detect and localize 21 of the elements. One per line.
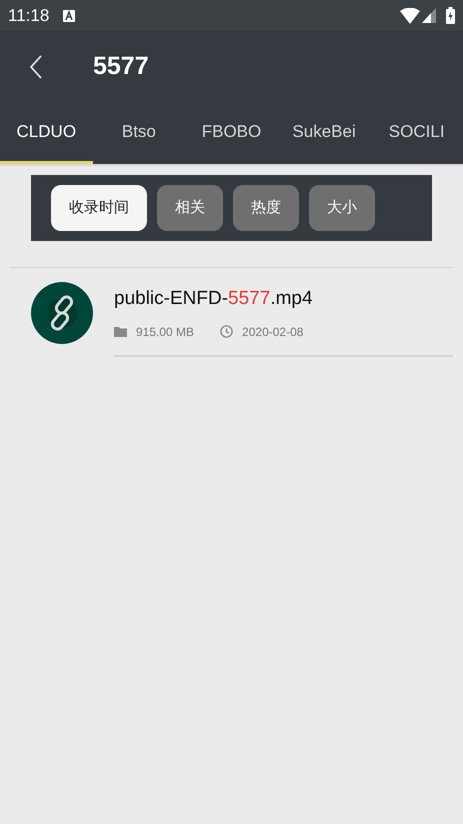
sort-chip[interactable]: 收录时间 (51, 185, 147, 231)
source-tab[interactable]: FBOBO (185, 103, 278, 164)
battery-icon (446, 7, 455, 24)
file-name[interactable]: public-ENFD-5577.mp4 (114, 285, 453, 314)
back-icon (29, 55, 43, 79)
source-tab[interactable]: Btso (92, 103, 186, 164)
file-size: 915.00 MB (136, 324, 194, 340)
signal-icon (422, 8, 436, 23)
notification-icon (63, 10, 76, 22)
folder-icon (114, 326, 127, 337)
file-date: 2020-02-08 (242, 324, 304, 340)
wifi-icon (400, 8, 420, 24)
sort-chip[interactable]: 相关 (157, 185, 223, 231)
clock-icon (220, 325, 234, 338)
sort-chip[interactable]: 热度 (233, 185, 299, 231)
source-tab[interactable]: SOCILI (370, 103, 463, 164)
status-time: 11:18 (8, 4, 50, 27)
page-title: 5577 (93, 51, 149, 82)
sort-chip[interactable]: 大小 (309, 185, 375, 231)
source-tab[interactable]: SukeBei (278, 103, 370, 164)
link-icon (31, 282, 93, 344)
